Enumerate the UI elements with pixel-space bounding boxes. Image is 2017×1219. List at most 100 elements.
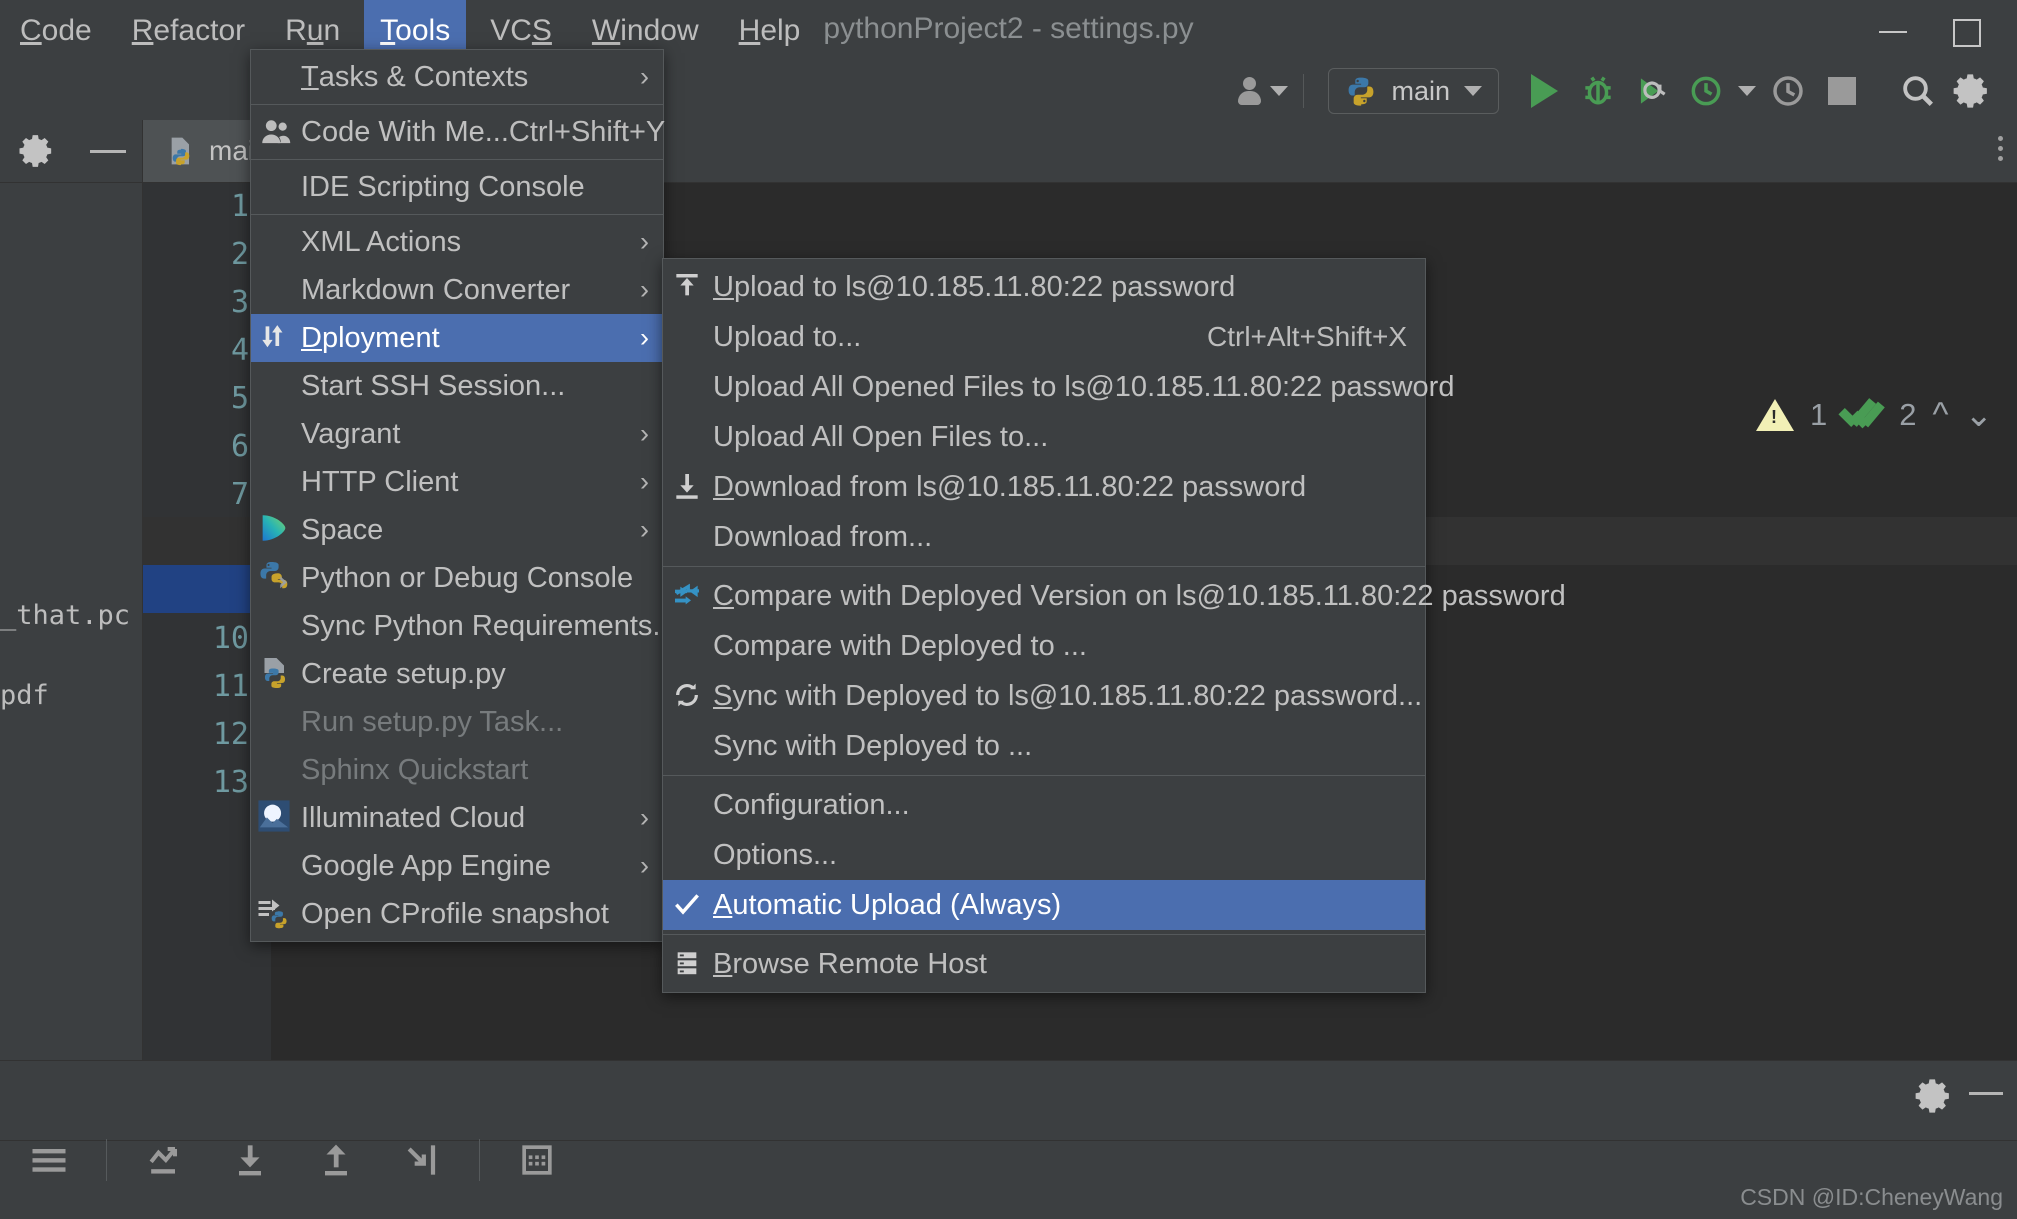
stop-button[interactable] [1815,67,1869,115]
submenu-item-upload-all-opened-files-to-host[interactable]: Upload All Opened Files to ls@10.185.11.… [663,362,1454,412]
left-tool-strip: _that.pc pdf [0,120,143,1060]
chevron-right-icon: › [640,850,649,881]
submenu-item-browse-remote-host[interactable]: Browse Remote Host [663,939,1425,989]
submenu-item-compare-with-deployed-version[interactable]: Compare with Deployed Version on ls@10.1… [663,571,1566,621]
chevron-down-icon[interactable]: ⌄ [1965,395,1994,435]
menu-item-vagrant[interactable]: Vagrant › [251,410,663,458]
hide-tool-window-icon[interactable] [89,149,126,153]
profile-icon [1691,76,1721,106]
menu-item-deployment[interactable]: Dployment › [251,314,663,362]
menu-code[interactable]: Code [4,0,108,62]
line-number: 6 [230,429,249,464]
python-file-icon [257,655,295,693]
chevron-right-icon: › [640,226,649,257]
submenu-item-options[interactable]: Options... [663,830,1425,880]
menu-item-space[interactable]: Space › [251,506,663,554]
chevron-right-icon: › [640,514,649,545]
menu-item-markdown-converter[interactable]: Markdown Converter › [251,266,663,314]
submenu-item-upload-to[interactable]: Upload to... Ctrl+Alt+Shift+X [663,312,1425,362]
menu-item-illuminated-cloud[interactable]: Illuminated Cloud › [251,794,663,842]
menu-help[interactable]: Help [723,0,817,62]
editor-options-icon[interactable] [1998,136,2003,161]
project-tree-partial-2: pdf [0,680,49,711]
menu-item-google-app-engine[interactable]: Google App Engine › [251,842,663,890]
commit-icon[interactable] [135,1131,193,1189]
submenu-item-upload-to-host[interactable]: Upload to ls@10.185.11.80:22 password [663,262,1425,312]
submenu-item-upload-all-open-files-to[interactable]: Upload All Open Files to... [663,412,1425,462]
menu-refactor[interactable]: Refactor [116,0,261,62]
debug-icon [1585,76,1611,105]
run-configuration-selector[interactable]: main [1328,68,1499,114]
menu-item-http-client[interactable]: HTTP Client › [251,458,663,506]
menu-item-label: Markdown Converter [301,273,571,306]
submenu-item-label: Upload to... [713,320,862,353]
table-icon[interactable] [508,1131,566,1189]
menu-item-label: Sync Python Requirements... [301,609,677,642]
menu-item-sync-python-requirements[interactable]: Sync Python Requirements... [251,602,677,650]
line-number: 7 [230,477,249,512]
menu-item-sphinx-quickstart: Sphinx Quickstart [251,746,663,794]
remote-host-icon [671,947,705,981]
bottom-settings-button[interactable] [1913,1075,1955,1122]
menu-item-python-or-debug-console[interactable]: Python or Debug Console [251,554,663,602]
tool-window-header [0,120,142,183]
run-coverage-icon [1640,78,1666,104]
submenu-item-download-from[interactable]: Download from... [663,512,1425,562]
menu-item-ide-scripting-console[interactable]: IDE Scripting Console [251,163,663,211]
gear-icon[interactable] [17,131,57,171]
run-button[interactable] [1517,67,1571,115]
minimize-button[interactable] [1877,14,1911,48]
menu-item-tasks-contexts[interactable]: Tasks & Contexts › [251,53,663,101]
chevron-up-icon[interactable]: ^ [1933,396,1949,435]
submenu-item-sync-with-deployed-to[interactable]: Sync with Deployed to ... [663,721,1425,771]
menu-item-label: HTTP Client [301,465,459,498]
menu-item-xml-actions[interactable]: XML Actions › [251,218,663,266]
menu-lines-icon[interactable] [20,1131,78,1189]
run-icon [1530,74,1558,108]
settings-button[interactable] [1945,67,1999,115]
submenu-item-label: Compare with Deployed to ... [713,629,1087,662]
submenu-item-label: Upload All Open Files to... [713,420,1049,453]
warning-icon [1756,399,1795,431]
python-console-icon [257,559,295,597]
cprofile-icon [257,895,295,933]
submenu-item-label: pload to ls@10.185.11.80:22 password [733,270,1236,303]
profile-button[interactable] [1679,67,1733,115]
menu-item-create-setup-py[interactable]: Create setup.py [251,650,663,698]
menu-separator [251,214,663,215]
submenu-item-automatic-upload-always[interactable]: Automatic Upload (Always) [663,880,1425,930]
submenu-item-shortcut: Ctrl+Alt+Shift+X [1207,321,1407,352]
download-icon[interactable] [221,1131,279,1189]
menu-item-open-cprofile-snapshot[interactable]: Open CProfile snapshot [251,890,663,938]
maximize-button[interactable] [1949,14,1983,48]
profile-dropdown[interactable] [1733,67,1761,115]
upload-icon[interactable] [307,1131,365,1189]
code-with-me-button[interactable] [1235,67,1289,115]
menu-item-label: Create setup.py [301,657,506,690]
recent-run-button[interactable] [1761,67,1815,115]
warning-count: 1 [1810,397,1828,432]
menu-item-label: ployment [321,321,440,354]
debug-button[interactable] [1571,67,1625,115]
jump-icon[interactable] [393,1131,451,1189]
run-with-coverage-button[interactable] [1625,67,1679,115]
chevron-right-icon: › [640,418,649,449]
submenu-item-sync-with-deployed-to-host[interactable]: Sync with Deployed to ls@10.185.11.80:22… [663,671,1425,721]
menu-item-start-ssh-session[interactable]: Start SSH Session... [251,362,663,410]
submenu-item-download-from-host[interactable]: Download from ls@10.185.11.80:22 passwor… [663,462,1425,512]
submenu-item-label: Sync with Deployed to ... [713,729,1033,762]
deployment-icon [257,319,295,357]
inspection-widget[interactable]: 1 2 ^ ⌄ [1756,395,1993,435]
check-icon [671,888,705,922]
upload-icon [671,270,705,304]
person-icon [1236,77,1262,105]
submenu-item-compare-with-deployed-to[interactable]: Compare with Deployed to ... [663,621,1425,671]
recent-run-icon [1773,76,1803,106]
bottom-hide-button[interactable] [1969,1092,2003,1095]
chevron-right-icon: › [640,274,649,305]
gear-icon [1915,1079,1949,1113]
submenu-separator [663,566,1425,567]
menu-item-code-with-me[interactable]: Code With Me... Ctrl+Shift+Y [251,108,665,156]
submenu-item-configuration[interactable]: Configuration... [663,780,1425,830]
search-everywhere-button[interactable] [1891,67,1945,115]
